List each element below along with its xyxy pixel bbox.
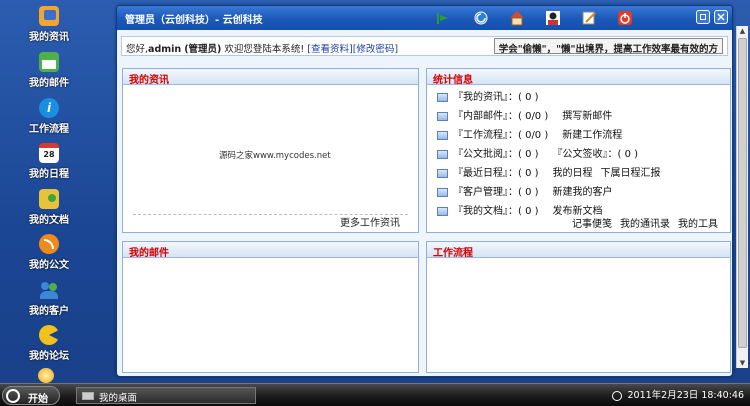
- close-icon: [717, 13, 725, 21]
- users-icon: [39, 280, 59, 300]
- minimize-button[interactable]: [696, 10, 710, 24]
- exit-icon[interactable]: [435, 10, 451, 26]
- mail-panel: 我的邮件: [122, 241, 419, 373]
- taskbar: 开始 我的桌面 2011年2月23日 18:40:46: [0, 383, 750, 406]
- sidebar-item-customers[interactable]: 我的客户: [14, 280, 84, 322]
- stat-row-workflow: 『工作流程』：( 0/0 ) 新建工作流程: [437, 126, 622, 142]
- sidebar-item-news[interactable]: 我的资讯: [14, 6, 84, 48]
- change-password-link[interactable]: [修改密码]: [353, 44, 398, 55]
- compose-mail-link[interactable]: 撰写新邮件: [562, 111, 612, 122]
- new-customer-link[interactable]: 新建我的客户: [553, 187, 613, 198]
- stat-row-official-review: 『公文批阅』：( 0 ) 『公文签收』：( 0 ): [437, 145, 638, 161]
- desktop-sidebar: 我的资讯 我的邮件 i 工作流程 28 我的日程 我的文档 我的公文 我的客户 …: [0, 0, 100, 383]
- start-button[interactable]: 开始: [2, 386, 60, 405]
- news-panel-header: 我的资讯: [123, 69, 418, 86]
- my-schedule-link[interactable]: 我的日程: [553, 168, 593, 179]
- power-icon[interactable]: [617, 10, 633, 26]
- workflow-panel-title: 工作流程: [433, 248, 473, 259]
- flower-icon: [38, 368, 54, 383]
- list-bullet-icon: [437, 187, 448, 197]
- user-role: (管理员): [184, 44, 222, 55]
- close-button[interactable]: [714, 10, 728, 24]
- list-bullet-icon: [437, 149, 448, 159]
- sidebar-item-calendar[interactable]: 28 我的日程: [14, 143, 84, 185]
- workflow-panel: 工作流程: [426, 241, 731, 373]
- mail-panel-title: 我的邮件: [129, 248, 169, 259]
- window-icon: [82, 392, 94, 400]
- system-clock: 2011年2月23日 18:40:46: [611, 387, 744, 401]
- sidebar-item-forum[interactable]: 我的论坛: [14, 325, 84, 367]
- list-bullet-icon: [437, 92, 448, 102]
- scroll-up-arrow[interactable]: ▲: [737, 26, 748, 36]
- list-bullet-icon: [437, 111, 448, 121]
- desktop-scrollbar[interactable]: ▲ ▼: [736, 26, 748, 368]
- list-bullet-icon: [437, 168, 448, 178]
- address-book-link[interactable]: 我的通讯录: [620, 219, 670, 230]
- greeting: 您好,admin (管理员) 欢迎您登陆本系统! [查看资料][修改密码]: [126, 44, 399, 55]
- official-sign-link[interactable]: 『公文签收』：( 0 ): [553, 149, 639, 160]
- view-profile-link[interactable]: [查看资料]: [307, 44, 352, 55]
- subordinate-schedule-link[interactable]: 下属日程汇报: [601, 168, 661, 179]
- clock-icon: [611, 390, 622, 401]
- mail-panel-header: 我的邮件: [123, 242, 418, 259]
- rss-icon: [39, 234, 59, 254]
- main-window: 管理员（云创科技）- 云创科技 您好,admin (管理员) 欢迎您登陆本系统!…: [116, 5, 733, 377]
- scrollbar-thumb[interactable]: [738, 38, 747, 348]
- stat-row-news: 『我的资讯』：( 0 ): [437, 88, 539, 104]
- refresh-icon[interactable]: [473, 10, 489, 26]
- info-icon: i: [39, 98, 59, 118]
- sidebar-item-official-docs[interactable]: 我的公文: [14, 234, 84, 276]
- news-panel: 我的资讯 源码之家www.mycodes.net 更多工作资讯: [122, 68, 419, 233]
- power-icon: [6, 389, 20, 403]
- tools-link[interactable]: 我的工具: [678, 219, 718, 230]
- scroll-down-arrow[interactable]: ▼: [737, 358, 748, 368]
- taskbar-item-desktop[interactable]: 我的桌面: [76, 387, 256, 404]
- workflow-panel-header: 工作流程: [427, 242, 730, 259]
- sidebar-item-mail[interactable]: 我的邮件: [14, 52, 84, 94]
- home-icon[interactable]: [509, 10, 525, 26]
- stats-panel: 统计信息 『我的资讯』：( 0 ) 『内部邮件』：( 0/0 ) 撰写新邮件 『工…: [426, 68, 731, 233]
- news-icon: [39, 6, 59, 26]
- sidebar-item-documents[interactable]: 我的文档: [14, 189, 84, 231]
- new-workflow-link[interactable]: 新建工作流程: [562, 130, 622, 141]
- notes-link[interactable]: 记事便笺: [572, 219, 612, 230]
- slogan-marquee: 学会"偷懒"，"懒"出境界，提高工作效率最有效的方: [493, 38, 723, 55]
- stats-panel-title: 统计信息: [433, 75, 473, 86]
- document-icon: [39, 189, 59, 209]
- window-title: 管理员（云创科技）- 云创科技: [125, 15, 263, 26]
- watermark-text: 源码之家www.mycodes.net: [219, 151, 331, 161]
- stats-panel-header: 统计信息: [427, 69, 730, 86]
- more-news-link[interactable]: 更多工作资讯: [340, 214, 400, 229]
- mail-icon: [39, 52, 59, 72]
- edit-icon[interactable]: [581, 10, 597, 26]
- calendar-icon: 28: [39, 143, 59, 163]
- stat-row-schedule: 『最近日程』：( 0 ) 我的日程 下属日程汇报: [437, 164, 661, 180]
- news-panel-title: 我的资讯: [129, 75, 169, 86]
- list-bullet-icon: [437, 130, 448, 140]
- stats-footer-links: 记事便笺 我的通讯录 我的工具: [564, 215, 718, 230]
- window-titlebar: 管理员（云创科技）- 云创科技: [117, 6, 732, 30]
- forum-icon: [39, 325, 59, 345]
- sidebar-item-workflow[interactable]: i 工作流程: [14, 98, 84, 140]
- info-bar: 您好,admin (管理员) 欢迎您登陆本系统! [查看资料][修改密码] 学会…: [121, 36, 728, 56]
- list-bullet-icon: [437, 206, 448, 216]
- stat-row-mail: 『内部邮件』：( 0/0 ) 撰写新邮件: [437, 107, 612, 123]
- stat-row-customers: 『客户管理』：( 0 ) 新建我的客户: [437, 183, 613, 199]
- user-name: admin: [148, 44, 182, 55]
- user-icon[interactable]: [545, 10, 561, 26]
